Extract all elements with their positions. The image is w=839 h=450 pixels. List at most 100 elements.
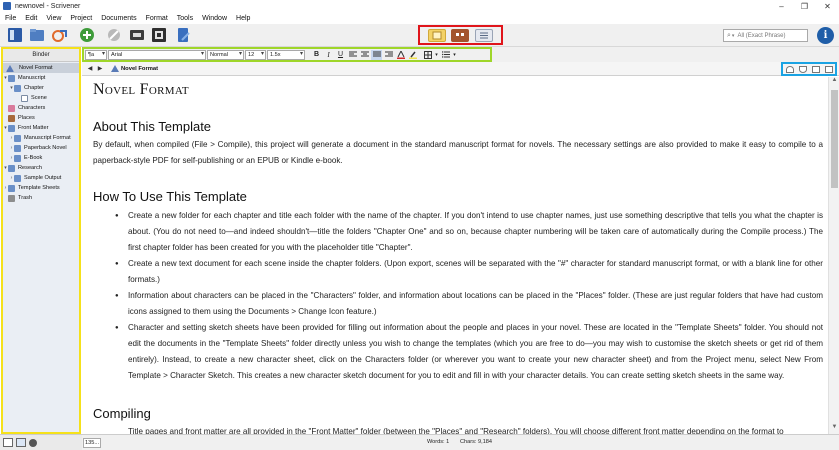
settings-gear-icon[interactable] <box>29 438 37 447</box>
binder-item-paperback-novel[interactable]: › Paperback Novel <box>9 143 67 153</box>
front-matter-folder-icon <box>8 124 15 132</box>
maximize-button[interactable]: ❐ <box>793 0 816 12</box>
characters-folder-icon <box>8 104 15 112</box>
menu-documents[interactable]: Documents <box>101 15 136 22</box>
bookmark-down-icon[interactable] <box>798 65 807 73</box>
back-arrow-icon[interactable]: ◀ <box>85 65 95 72</box>
scrivenings-view-icon[interactable] <box>427 28 446 42</box>
binder-header: Binder <box>3 49 79 62</box>
research-folder-icon <box>8 164 15 172</box>
close-split-icon[interactable] <box>824 65 833 73</box>
align-justify-icon[interactable] <box>371 49 382 60</box>
corkboard-view-icon[interactable] <box>451 28 470 42</box>
section-heading: How To Use This Template <box>93 189 247 204</box>
zoom-select[interactable]: 135... <box>83 437 101 448</box>
binder-item-places[interactable]: Places <box>8 113 35 123</box>
forward-arrow-icon[interactable]: ▶ <box>95 65 105 72</box>
align-right-icon[interactable] <box>383 50 394 60</box>
italic-button[interactable]: I <box>323 50 334 60</box>
add-icon[interactable] <box>78 26 96 44</box>
scroll-up-icon[interactable]: ▲ <box>829 77 839 87</box>
add-folder-icon[interactable] <box>16 438 26 447</box>
window-controls: – ❐ ✕ <box>770 0 839 12</box>
binder-item-characters[interactable]: Characters <box>8 103 45 113</box>
window-title: newnovel - Scrivener <box>15 2 81 10</box>
highlight-icon[interactable] <box>407 50 418 60</box>
menu-edit[interactable]: Edit <box>25 15 37 22</box>
binder-footer <box>0 434 82 450</box>
document-type-icon <box>111 65 119 72</box>
minimize-button[interactable]: – <box>770 0 793 12</box>
menu-view[interactable]: View <box>46 15 61 22</box>
chapter-folder-icon <box>14 84 21 92</box>
inspector-icon[interactable] <box>175 26 193 44</box>
list-item: Create a new folder for each chapter and… <box>93 208 823 256</box>
binder-item-research[interactable]: ▾ Research <box>3 163 42 173</box>
binder-item-sample-output[interactable]: › Sample Output <box>9 173 61 183</box>
menu-help[interactable]: Help <box>236 15 250 22</box>
section-heading: About This Template <box>93 119 212 134</box>
table-dropdown-icon[interactable]: ▾ <box>434 50 439 60</box>
trash-icon <box>8 194 15 202</box>
menu-file[interactable]: File <box>5 15 16 22</box>
search-input[interactable]: ⌕ ▾ All (Exact Phrase) <box>723 29 808 42</box>
binder-item-front-matter[interactable]: ▾ Front Matter <box>3 123 48 133</box>
manuscript-format-folder-icon <box>14 134 21 142</box>
menu-bar: File Edit View Project Documents Format … <box>0 12 839 24</box>
underline-button[interactable]: U <box>335 50 346 60</box>
list-icon[interactable] <box>440 50 451 60</box>
table-icon[interactable] <box>422 50 433 60</box>
binder-item-template-sheets[interactable]: › Template Sheets <box>3 183 60 193</box>
compile-icon[interactable] <box>128 26 146 44</box>
snapshot-icon[interactable] <box>150 26 168 44</box>
outliner-view-icon[interactable] <box>475 28 494 42</box>
collections-icon[interactable] <box>28 26 46 44</box>
split-editor-icon[interactable] <box>811 65 820 73</box>
align-center-icon[interactable] <box>359 50 370 60</box>
info-icon[interactable]: i <box>817 27 834 44</box>
menu-window[interactable]: Window <box>202 15 227 22</box>
binder-item-novel-format[interactable]: Novel Format <box>3 63 79 73</box>
line-spacing-select[interactable]: 1.5x <box>267 49 305 60</box>
editor-header-tools <box>781 62 837 76</box>
binder-item-manuscript[interactable]: ▾ Manuscript <box>3 73 45 83</box>
font-family-select[interactable]: Arial <box>108 49 206 60</box>
section-heading: Compiling <box>93 406 151 421</box>
typeface-select[interactable]: Normal <box>207 49 244 60</box>
binder-toggle-icon[interactable] <box>6 26 24 44</box>
search-placeholder: All (Exact Phrase) <box>737 32 786 39</box>
status-bar: 135... Words: 1 Chars: 9,184 <box>82 434 839 450</box>
add-document-icon[interactable] <box>3 438 13 447</box>
scroll-down-icon[interactable]: ▼ <box>829 424 839 434</box>
editor-document-title: Novel Format <box>121 65 159 72</box>
scrollbar-thumb[interactable] <box>831 90 838 188</box>
editor-header-bar: ◀ ▶ Novel Format <box>82 62 839 76</box>
menu-tools[interactable]: Tools <box>177 15 193 22</box>
style-select[interactable]: ¶a <box>85 49 107 60</box>
bold-button[interactable]: B <box>311 50 322 60</box>
title-bar: newnovel - Scrivener – ❐ ✕ <box>0 0 839 12</box>
editor-scrollbar[interactable]: ▲ ▼ <box>828 77 839 434</box>
menu-format[interactable]: Format <box>146 15 168 22</box>
word-count: Words: 1 <box>427 439 450 445</box>
delete-icon[interactable] <box>105 26 123 44</box>
binder-item-ebook[interactable]: › E-Book <box>9 153 42 163</box>
template-sheets-folder-icon <box>8 184 15 192</box>
close-button[interactable]: ✕ <box>816 0 839 12</box>
binder-item-scene[interactable]: Scene <box>21 93 47 103</box>
menu-project[interactable]: Project <box>70 15 92 22</box>
list-dropdown-icon[interactable]: ▾ <box>452 50 457 60</box>
binder-item-trash[interactable]: Trash <box>8 193 32 203</box>
binder-item-manuscript-format[interactable]: › Manuscript Format <box>9 133 71 143</box>
font-size-select[interactable]: 12 <box>245 49 266 60</box>
search-dropdown-icon[interactable]: ▾ <box>732 33 735 39</box>
section-paragraph: By default, when compiled (File > Compil… <box>93 140 823 165</box>
text-color-icon[interactable] <box>395 50 406 60</box>
binder-item-chapter[interactable]: ▾ Chapter <box>9 83 44 93</box>
scene-doc-icon <box>21 94 28 102</box>
align-left-icon[interactable] <box>347 50 358 60</box>
editor-pane[interactable]: Novel Format About This Template By defa… <box>82 77 828 434</box>
quick-reference-icon[interactable] <box>51 26 69 44</box>
bookmark-up-icon[interactable] <box>785 65 794 73</box>
view-mode-group <box>418 25 503 45</box>
